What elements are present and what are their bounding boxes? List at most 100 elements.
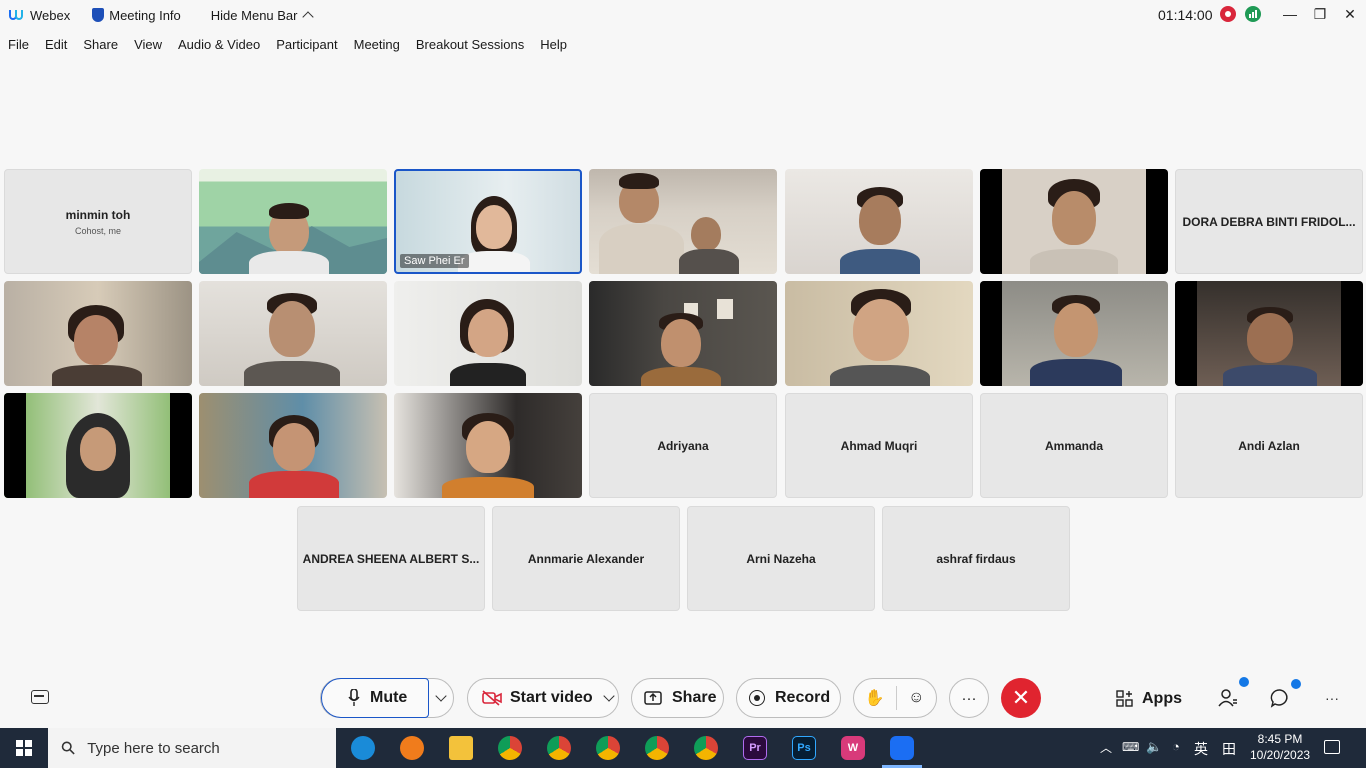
- premiere-pro-icon[interactable]: Pr: [743, 736, 767, 760]
- participant-video-tile[interactable]: [980, 169, 1168, 274]
- letterbox-right: [170, 393, 192, 498]
- menu-edit[interactable]: Edit: [45, 37, 67, 52]
- windows-start-icon[interactable]: [16, 740, 32, 756]
- participant-tile-minmin[interactable]: minmin toh Cohost, me: [4, 169, 192, 274]
- captions-button[interactable]: [31, 690, 49, 704]
- taskbar-search-box[interactable]: ⚲ Type here to search: [48, 728, 336, 768]
- participant-video-tile[interactable]: [394, 281, 582, 386]
- participant-shirt: [1030, 249, 1118, 274]
- participant-face: [1052, 191, 1096, 245]
- participant-face: [691, 217, 721, 251]
- participant-tile-ahmad[interactable]: Ahmad Muqri: [785, 393, 973, 498]
- restore-button[interactable]: ❐: [1305, 0, 1335, 28]
- menu-breakout-sessions[interactable]: Breakout Sessions: [416, 37, 524, 52]
- participant-name-label: Saw Phei Er: [400, 254, 469, 268]
- reactions-group: ✋ ☺: [853, 678, 937, 718]
- ime-language-indicator[interactable]: 英: [1194, 739, 1208, 759]
- record-button[interactable]: Record: [736, 678, 841, 718]
- participant-video-tile[interactable]: [199, 393, 387, 498]
- photoshop-icon[interactable]: Ps: [792, 736, 816, 760]
- menu-view[interactable]: View: [134, 37, 162, 52]
- participant-face: [74, 315, 118, 365]
- end-call-button[interactable]: ✕: [1001, 678, 1041, 718]
- participant-name: DORA DEBRA BINTI FRIDOL...: [1182, 214, 1356, 229]
- menu-audio-video[interactable]: Audio & Video: [178, 37, 260, 52]
- minimize-button[interactable]: —: [1275, 0, 1305, 28]
- chevron-up-icon: [301, 11, 314, 23]
- participant-video-tile[interactable]: [1175, 281, 1363, 386]
- more-options-button[interactable]: ···: [949, 678, 989, 718]
- webex-taskbar-icon[interactable]: [878, 728, 926, 768]
- participant-face: [1247, 313, 1293, 363]
- panel-more-options-icon[interactable]: ···: [1325, 690, 1339, 706]
- share-button[interactable]: Share: [631, 678, 724, 718]
- search-placeholder: Type here to search: [87, 739, 220, 757]
- chrome-profile-2-icon[interactable]: [547, 736, 571, 760]
- chat-icon: [1270, 689, 1288, 708]
- meeting-timer: 01:14:00: [1158, 7, 1213, 23]
- network-stats-icon[interactable]: [1245, 6, 1261, 22]
- wifi-icon[interactable]: ◔: [1172, 739, 1180, 754]
- audio-options-chevron-icon[interactable]: [435, 690, 447, 702]
- participant-tile-ammanda[interactable]: Ammanda: [980, 393, 1168, 498]
- participant-video-tile[interactable]: [589, 169, 777, 274]
- participant-video-tile-active[interactable]: Saw Phei Er: [394, 169, 582, 274]
- wps-office-icon[interactable]: W: [841, 736, 865, 760]
- participant-face: [468, 309, 508, 357]
- participant-video-tile[interactable]: [4, 393, 192, 498]
- menu-help[interactable]: Help: [540, 37, 567, 52]
- raise-hand-icon[interactable]: ✋: [854, 688, 896, 708]
- menu-bar: File Edit Share View Audio & Video Parti…: [0, 32, 575, 56]
- file-explorer-icon[interactable]: [449, 736, 473, 760]
- share-screen-icon: [644, 691, 662, 705]
- edge-icon[interactable]: [351, 736, 375, 760]
- video-options-chevron-icon[interactable]: [603, 690, 615, 702]
- ime-mode-icon[interactable]: 田: [1222, 739, 1236, 759]
- chrome-profile-4-icon[interactable]: [645, 736, 669, 760]
- participant-video-tile[interactable]: [199, 169, 387, 274]
- participant-video-tile[interactable]: [785, 169, 973, 274]
- windows-taskbar: ⚲ Type here to search Pr Ps W ︿ ⌨ 🔈 ◔ 英 …: [0, 728, 1366, 768]
- participant-name: ANDREA SHEENA ALBERT S...: [302, 551, 480, 566]
- participant-shirt: [244, 361, 340, 386]
- notifications-icon[interactable]: [1324, 740, 1340, 754]
- hide-menu-bar-label: Hide Menu Bar: [210, 7, 298, 23]
- emoji-reactions-icon[interactable]: ☺: [896, 689, 936, 707]
- firefox-icon[interactable]: [400, 736, 424, 760]
- chat-button[interactable]: [1270, 688, 1292, 710]
- mute-button[interactable]: Mute: [321, 678, 429, 718]
- chrome-icon[interactable]: [694, 736, 718, 760]
- participant-video-tile[interactable]: [4, 281, 192, 386]
- participant-tile-arni[interactable]: Arni Nazeha: [687, 506, 875, 611]
- participant-tile-andi[interactable]: Andi Azlan: [1175, 393, 1363, 498]
- participant-video-tile[interactable]: [199, 281, 387, 386]
- participant-tile-dora[interactable]: DORA DEBRA BINTI FRIDOL...: [1175, 169, 1363, 274]
- menu-participant[interactable]: Participant: [276, 37, 337, 52]
- close-window-button[interactable]: ✕: [1335, 0, 1365, 28]
- menu-share[interactable]: Share: [83, 37, 118, 52]
- participant-name: ashraf firdaus: [936, 551, 1016, 566]
- chrome-profile-1-icon[interactable]: [498, 736, 522, 760]
- participant-tile-ashraf[interactable]: ashraf firdaus: [882, 506, 1070, 611]
- hide-menu-bar-button[interactable]: Hide Menu Bar: [210, 7, 314, 23]
- participant-tile-annmarie[interactable]: Annmarie Alexander: [492, 506, 680, 611]
- apps-button[interactable]: Apps: [1116, 688, 1182, 710]
- participant-face: [80, 427, 116, 471]
- menu-meeting[interactable]: Meeting: [354, 37, 400, 52]
- show-hidden-icons-chevron-icon[interactable]: ︿: [1100, 739, 1112, 756]
- keyboard-mode-icon[interactable]: ⌨: [1122, 740, 1139, 754]
- volume-icon[interactable]: 🔈: [1146, 739, 1162, 755]
- recording-indicator-icon[interactable]: [1220, 6, 1236, 22]
- start-video-button[interactable]: Start video: [467, 678, 619, 718]
- participant-video-tile[interactable]: [394, 393, 582, 498]
- menu-file[interactable]: File: [8, 37, 29, 52]
- meeting-info-button[interactable]: Meeting Info: [92, 8, 181, 23]
- participant-tile-andrea[interactable]: ANDREA SHEENA ALBERT S...: [297, 506, 485, 611]
- participant-video-tile[interactable]: [980, 281, 1168, 386]
- participant-video-tile[interactable]: [785, 281, 973, 386]
- taskbar-clock[interactable]: 8:45 PM 10/20/2023: [1250, 731, 1310, 763]
- participant-video-tile[interactable]: [589, 281, 777, 386]
- participant-tile-adriyana[interactable]: Adriyana: [589, 393, 777, 498]
- participants-panel-button[interactable]: [1218, 688, 1240, 710]
- chrome-profile-3-icon[interactable]: [596, 736, 620, 760]
